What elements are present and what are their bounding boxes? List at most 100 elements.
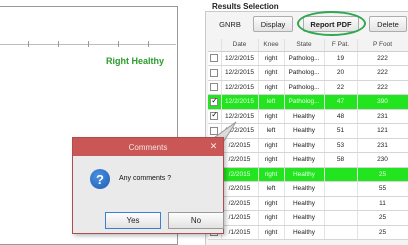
cell-knee: right — [258, 138, 285, 153]
delete-button[interactable]: Delete — [369, 16, 407, 32]
table-row[interactable]: /2/2015 left Healthy 55 — [208, 181, 408, 197]
cell-f-pat: 20 — [324, 65, 358, 81]
close-icon[interactable]: ✕ — [207, 140, 220, 153]
column-header-knee[interactable]: Knee — [258, 39, 285, 52]
display-button[interactable]: Display — [253, 16, 293, 32]
cell-p-foot: 55 — [357, 181, 408, 197]
column-header-f-pat[interactable]: F Pat. — [324, 39, 358, 52]
cell-f-pat: 53 — [324, 138, 358, 153]
cell-f-pat: 47 — [324, 94, 358, 110]
cell-select — [208, 80, 222, 95]
cell-date: /2/2015 — [221, 138, 259, 153]
row-checkbox[interactable] — [210, 110, 219, 121]
cell-p-foot: 25 — [357, 210, 408, 226]
results-table: Date Knee State F Pat. P Foot 12/2/2015 r… — [208, 39, 408, 240]
cell-knee: right — [258, 152, 285, 168]
row-checkbox[interactable] — [210, 68, 219, 77]
table-row[interactable]: /2/2015 right Healthy 25 — [208, 167, 408, 182]
plot-tick — [28, 41, 29, 47]
table-row[interactable]: 12/2/2015 left Healthy 51 121 — [208, 123, 408, 139]
cell-state: Healthy — [284, 181, 325, 197]
comments-dialog: Comments ✕ ? Any comments ? Yes No — [72, 137, 224, 234]
cell-state: Patholog... — [284, 51, 325, 66]
cell-knee: left — [258, 94, 285, 110]
cell-knee: right — [258, 80, 285, 95]
cell-state: Patholog... — [284, 80, 325, 95]
cell-f-pat: 51 — [324, 123, 358, 139]
table-row[interactable]: /2/2015 right Healthy 58 230 — [208, 152, 408, 168]
plot-tick — [88, 41, 89, 47]
cell-p-foot: 230 — [357, 152, 408, 168]
cell-state: Healthy — [284, 196, 325, 211]
dialog-title-bar: Comments ✕ — [73, 138, 223, 156]
row-checkbox[interactable] — [210, 96, 219, 106]
table-row[interactable]: 12/2/2015 right Patholog... 19 222 — [208, 51, 408, 66]
row-checkbox[interactable] — [210, 126, 219, 135]
cell-knee: right — [258, 51, 285, 66]
cell-p-foot: 231 — [357, 109, 408, 124]
cell-p-foot: 25 — [357, 167, 408, 182]
column-header-date[interactable]: Date — [221, 39, 259, 52]
cell-knee: right — [258, 225, 285, 240]
table-row[interactable]: 12/2/2015rightHealthy48231 — [208, 109, 408, 124]
question-icon: ? — [90, 169, 110, 189]
cell-date: /2/2015 — [221, 196, 259, 211]
table-row[interactable]: /1/2015 right Healthy 25 — [208, 210, 408, 226]
cell-knee: right — [258, 109, 285, 124]
table-row[interactable]: 12/2/2015 right Patholog... 20 222 — [208, 65, 408, 81]
cell-select — [208, 109, 222, 124]
cell-state: Healthy — [284, 167, 325, 182]
cell-f-pat — [324, 167, 358, 182]
cell-knee: right — [258, 65, 285, 81]
cell-select — [208, 94, 222, 110]
cell-f-pat — [324, 196, 358, 211]
cell-select — [208, 123, 222, 139]
cell-date: 12/2/2015 — [221, 94, 259, 110]
cell-f-pat: 58 — [324, 152, 358, 168]
cell-date: 12/2/2015 — [221, 80, 259, 95]
cell-state: Healthy — [284, 210, 325, 226]
cell-p-foot: 390 — [357, 94, 408, 110]
cell-date: 12/2/2015 — [221, 65, 259, 81]
annotation-ring — [297, 11, 366, 36]
cell-date: /2/2015 — [221, 152, 259, 168]
plot-series-label: Right Healthy — [106, 56, 165, 66]
plot-tick — [118, 41, 119, 47]
cell-knee: left — [258, 181, 285, 197]
cell-knee: right — [258, 167, 285, 182]
gnrb-button[interactable]: GNRB — [213, 16, 247, 32]
table-row[interactable]: /2/2015 right Healthy 11 — [208, 196, 408, 211]
cell-date: /1/2015 — [221, 210, 259, 226]
table-row[interactable]: 12/2/2015leftPatholog...47390 — [208, 94, 408, 110]
cell-date: /1/2015 — [221, 225, 259, 240]
cell-knee: right — [258, 196, 285, 211]
row-checkbox[interactable] — [210, 83, 219, 92]
column-header-select — [208, 39, 222, 52]
cell-knee: left — [258, 123, 285, 139]
table-header-row: Date Knee State F Pat. P Foot — [208, 39, 408, 52]
dialog-message: Any comments ? — [119, 175, 172, 182]
cell-p-foot: 231 — [357, 138, 408, 153]
yes-button[interactable]: Yes — [105, 212, 161, 229]
cell-p-foot: 222 — [357, 80, 408, 95]
cell-date: /2/2015 — [221, 181, 259, 197]
cell-select — [208, 51, 222, 66]
cell-p-foot: 222 — [357, 65, 408, 81]
cell-state: Healthy — [284, 123, 325, 139]
row-checkbox[interactable] — [210, 54, 219, 63]
cell-state: Healthy — [284, 225, 325, 240]
cell-state: Healthy — [284, 109, 325, 124]
column-header-p-foot[interactable]: P Foot — [357, 39, 408, 52]
no-button[interactable]: No — [168, 212, 224, 229]
table-row[interactable]: 12/2/2015 right Patholog... 22 222 — [208, 80, 408, 95]
table-row[interactable]: /1/2015 right Healthy 25 — [208, 225, 408, 240]
cell-state: Healthy — [284, 152, 325, 168]
table-row[interactable]: /2/2015 right Healthy 53 231 — [208, 138, 408, 153]
cell-select — [208, 65, 222, 81]
cell-f-pat: 19 — [324, 51, 358, 66]
cell-date: 12/2/2015 — [221, 51, 259, 66]
cell-date: 12/2/2015 — [221, 109, 259, 124]
cell-p-foot: 222 — [357, 51, 408, 66]
plot-tick — [58, 41, 59, 47]
column-header-state[interactable]: State — [284, 39, 325, 52]
